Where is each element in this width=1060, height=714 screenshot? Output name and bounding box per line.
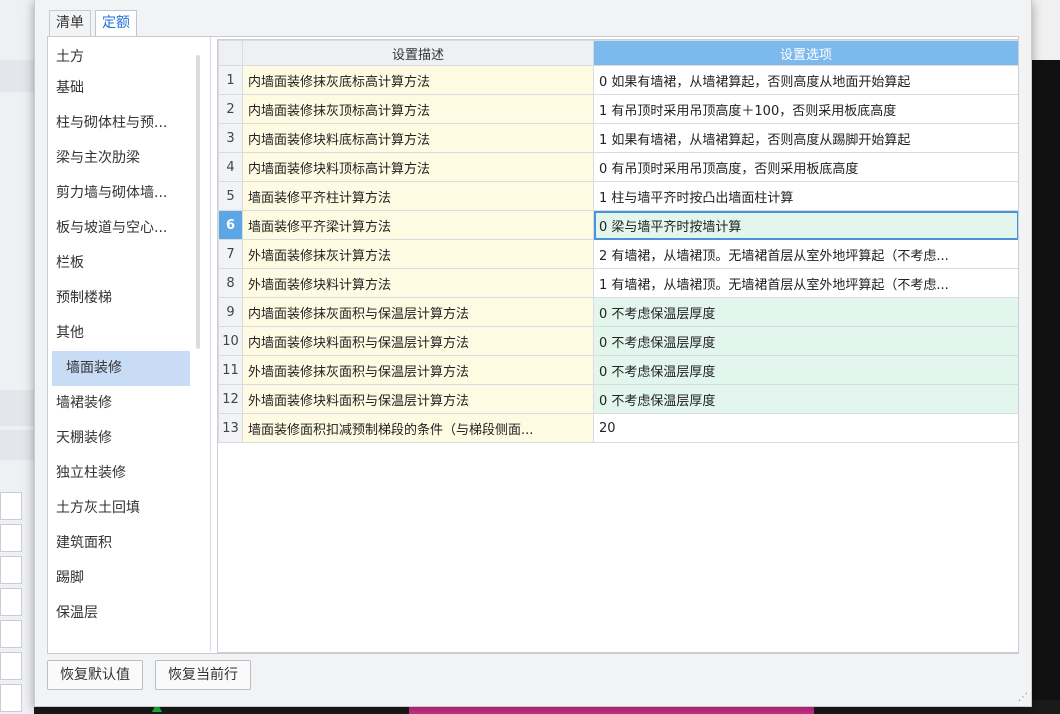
- settings-table: 设置描述 设置选项 1 内墙面装修抹灰底标高计算方法 0 如果有墙裙，从墙裙算起…: [218, 40, 1018, 443]
- category-item[interactable]: 踢脚: [48, 561, 210, 596]
- table-row[interactable]: 3 内墙面装修块料底标高计算方法 1 如果有墙裙，从墙裙算起，否则高度从踢脚开始…: [218, 123, 1018, 153]
- background-block: [0, 390, 34, 426]
- resize-grip-icon[interactable]: ⋰: [1018, 693, 1028, 703]
- category-item[interactable]: 土方: [48, 43, 210, 71]
- row-number[interactable]: 7: [218, 239, 243, 269]
- row-number[interactable]: 6: [218, 210, 243, 240]
- category-item[interactable]: 保温层: [48, 596, 210, 631]
- setting-value[interactable]: 1 有吊顶时采用吊顶高度＋100，否则采用板底高度: [593, 94, 1018, 124]
- setting-description[interactable]: 外墙面装修抹灰计算方法: [242, 239, 594, 269]
- background-app-left-strip: [0, 0, 35, 714]
- row-number[interactable]: 8: [218, 268, 243, 298]
- category-scrollbar[interactable]: [196, 55, 200, 349]
- setting-value[interactable]: 0 有吊顶时采用吊顶高度，否则采用板底高度: [593, 152, 1018, 182]
- table-row[interactable]: 8 外墙面装修块料计算方法 1 有墙裙，从墙裙顶。无墙裙首层从室外地坪算起（不考…: [218, 268, 1018, 298]
- category-item[interactable]: 基础: [48, 71, 210, 106]
- setting-value[interactable]: 0 不考虑保温层厚度: [593, 384, 1018, 414]
- setting-description[interactable]: 墙面装修平齐柱计算方法: [242, 181, 594, 211]
- restore-default-button[interactable]: 恢复默认值: [47, 660, 143, 690]
- setting-value[interactable]: 0 不考虑保温层厚度: [593, 326, 1018, 356]
- column-header-description[interactable]: 设置描述: [242, 40, 594, 66]
- setting-value[interactable]: 0 不考虑保温层厚度: [593, 297, 1018, 327]
- table-row[interactable]: 5 墙面装修平齐柱计算方法 1 柱与墙平齐时按凸出墙面柱计算: [218, 181, 1018, 211]
- category-item[interactable]: 栏板: [48, 246, 210, 281]
- category-item[interactable]: 天棚装修: [48, 421, 210, 456]
- table-row[interactable]: 11 外墙面装修抹灰面积与保温层计算方法 0 不考虑保温层厚度: [218, 355, 1018, 385]
- table-row[interactable]: 1 内墙面装修抹灰底标高计算方法 0 如果有墙裙，从墙裙算起，否则高度从地面开始…: [218, 65, 1018, 95]
- background-cell: [0, 620, 22, 648]
- background-block: [0, 430, 34, 460]
- tab-quota[interactable]: 定额: [95, 10, 137, 36]
- row-number[interactable]: 12: [218, 384, 243, 414]
- category-item[interactable]: 梁与主次肋梁: [48, 141, 210, 176]
- category-item-selected[interactable]: 墙面装修: [52, 351, 190, 386]
- setting-value-dropdown[interactable]: 0 梁与墙平齐时按墙计算: [593, 210, 1018, 240]
- table-row[interactable]: 2 内墙面装修抹灰顶标高计算方法 1 有吊顶时采用吊顶高度＋100，否则采用板底…: [218, 94, 1018, 124]
- background-cell: [0, 588, 22, 616]
- category-item[interactable]: 建筑面积: [48, 526, 210, 561]
- background-block: [0, 60, 34, 92]
- table-row[interactable]: 13 墙面装修面积扣减预制梯段的条件（与梯段侧面... 20: [218, 413, 1018, 443]
- category-item[interactable]: 其他: [48, 316, 210, 351]
- row-number[interactable]: 3: [218, 123, 243, 153]
- category-list[interactable]: 土方 基础 柱与砌体柱与预... 梁与主次肋梁 剪力墙与砌体墙... 板与坡道与…: [48, 37, 211, 651]
- row-number[interactable]: 13: [218, 413, 243, 443]
- category-item[interactable]: 预制楼梯: [48, 281, 210, 316]
- table-row[interactable]: 10 内墙面装修块料面积与保温层计算方法 0 不考虑保温层厚度: [218, 326, 1018, 356]
- setting-value[interactable]: 0 不考虑保温层厚度: [593, 355, 1018, 385]
- setting-description[interactable]: 外墙面装修抹灰面积与保温层计算方法: [242, 355, 594, 385]
- setting-value[interactable]: 20: [593, 413, 1018, 443]
- setting-description[interactable]: 内墙面装修块料顶标高计算方法: [242, 152, 594, 182]
- background-cell: [0, 652, 22, 680]
- setting-description[interactable]: 墙面装修面积扣减预制梯段的条件（与梯段侧面...: [242, 413, 594, 443]
- background-cell: [0, 556, 22, 584]
- setting-description[interactable]: 内墙面装修抹灰面积与保温层计算方法: [242, 297, 594, 327]
- table-row[interactable]: 7 外墙面装修抹灰计算方法 2 有墙裙，从墙裙顶。无墙裙首层从室外地坪算起（不考…: [218, 239, 1018, 269]
- row-number[interactable]: 11: [218, 355, 243, 385]
- settings-panel: 土方 基础 柱与砌体柱与预... 梁与主次肋梁 剪力墙与砌体墙... 板与坡道与…: [47, 36, 1019, 654]
- category-item[interactable]: 土方灰土回填: [48, 491, 210, 526]
- setting-value[interactable]: 1 有墙裙，从墙裙顶。无墙裙首层从室外地坪算起（不考虑...: [593, 268, 1018, 298]
- background-cell: [0, 524, 22, 552]
- table-row[interactable]: 9 内墙面装修抹灰面积与保温层计算方法 0 不考虑保温层厚度: [218, 297, 1018, 327]
- setting-description[interactable]: 内墙面装修块料底标高计算方法: [242, 123, 594, 153]
- category-item[interactable]: 板与坡道与空心...: [48, 211, 210, 246]
- tab-bill-list[interactable]: 清单: [49, 10, 91, 36]
- setting-value[interactable]: 1 如果有墙裙，从墙裙算起，否则高度从踢脚开始算起: [593, 123, 1018, 153]
- table-row[interactable]: 4 内墙面装修块料顶标高计算方法 0 有吊顶时采用吊顶高度，否则采用板底高度: [218, 152, 1018, 182]
- table-header-row: 设置描述 设置选项: [218, 40, 1018, 66]
- category-item[interactable]: 墙裙装修: [48, 386, 210, 421]
- background-cell: [0, 684, 22, 712]
- category-item[interactable]: 剪力墙与砌体墙...: [48, 176, 210, 211]
- row-number[interactable]: 1: [218, 65, 243, 95]
- setting-description[interactable]: 内墙面装修抹灰顶标高计算方法: [242, 94, 594, 124]
- column-header-option[interactable]: 设置选项: [593, 40, 1018, 66]
- setting-value[interactable]: 1 柱与墙平齐时按凸出墙面柱计算: [593, 181, 1018, 211]
- setting-description[interactable]: 外墙面装修块料面积与保温层计算方法: [242, 384, 594, 414]
- tab-bar: 清单 定额: [49, 10, 137, 36]
- row-number[interactable]: 4: [218, 152, 243, 182]
- setting-value[interactable]: 2 有墙裙，从墙裙顶。无墙裙首层从室外地坪算起（不考虑...: [593, 239, 1018, 269]
- setting-description[interactable]: 内墙面装修块料面积与保温层计算方法: [242, 326, 594, 356]
- category-item[interactable]: 柱与砌体柱与预...: [48, 106, 210, 141]
- row-number[interactable]: 9: [218, 297, 243, 327]
- calculation-settings-dialog: 清单 定额 土方 基础 柱与砌体柱与预... 梁与主次肋梁 剪力墙与砌体墙...…: [34, 0, 1032, 707]
- setting-description[interactable]: 外墙面装修块料计算方法: [242, 268, 594, 298]
- table-row-selected[interactable]: 6 墙面装修平齐梁计算方法 0 梁与墙平齐时按墙计算: [218, 210, 1018, 240]
- setting-description[interactable]: 墙面装修平齐梁计算方法: [242, 210, 594, 240]
- table-row[interactable]: 12 外墙面装修块料面积与保温层计算方法 0 不考虑保温层厚度: [218, 384, 1018, 414]
- setting-value[interactable]: 0 如果有墙裙，从墙裙算起，否则高度从地面开始算起: [593, 65, 1018, 95]
- settings-table-container: 设置描述 设置选项 1 内墙面装修抹灰底标高计算方法 0 如果有墙裙，从墙裙算起…: [217, 39, 1019, 653]
- category-item[interactable]: 独立柱装修: [48, 456, 210, 491]
- row-number[interactable]: 2: [218, 94, 243, 124]
- column-header-index: [218, 40, 243, 66]
- row-number[interactable]: 10: [218, 326, 243, 356]
- background-cell: [0, 492, 22, 520]
- restore-current-row-button[interactable]: 恢复当前行: [155, 660, 251, 690]
- setting-description[interactable]: 内墙面装修抹灰底标高计算方法: [242, 65, 594, 95]
- row-number[interactable]: 5: [218, 181, 243, 211]
